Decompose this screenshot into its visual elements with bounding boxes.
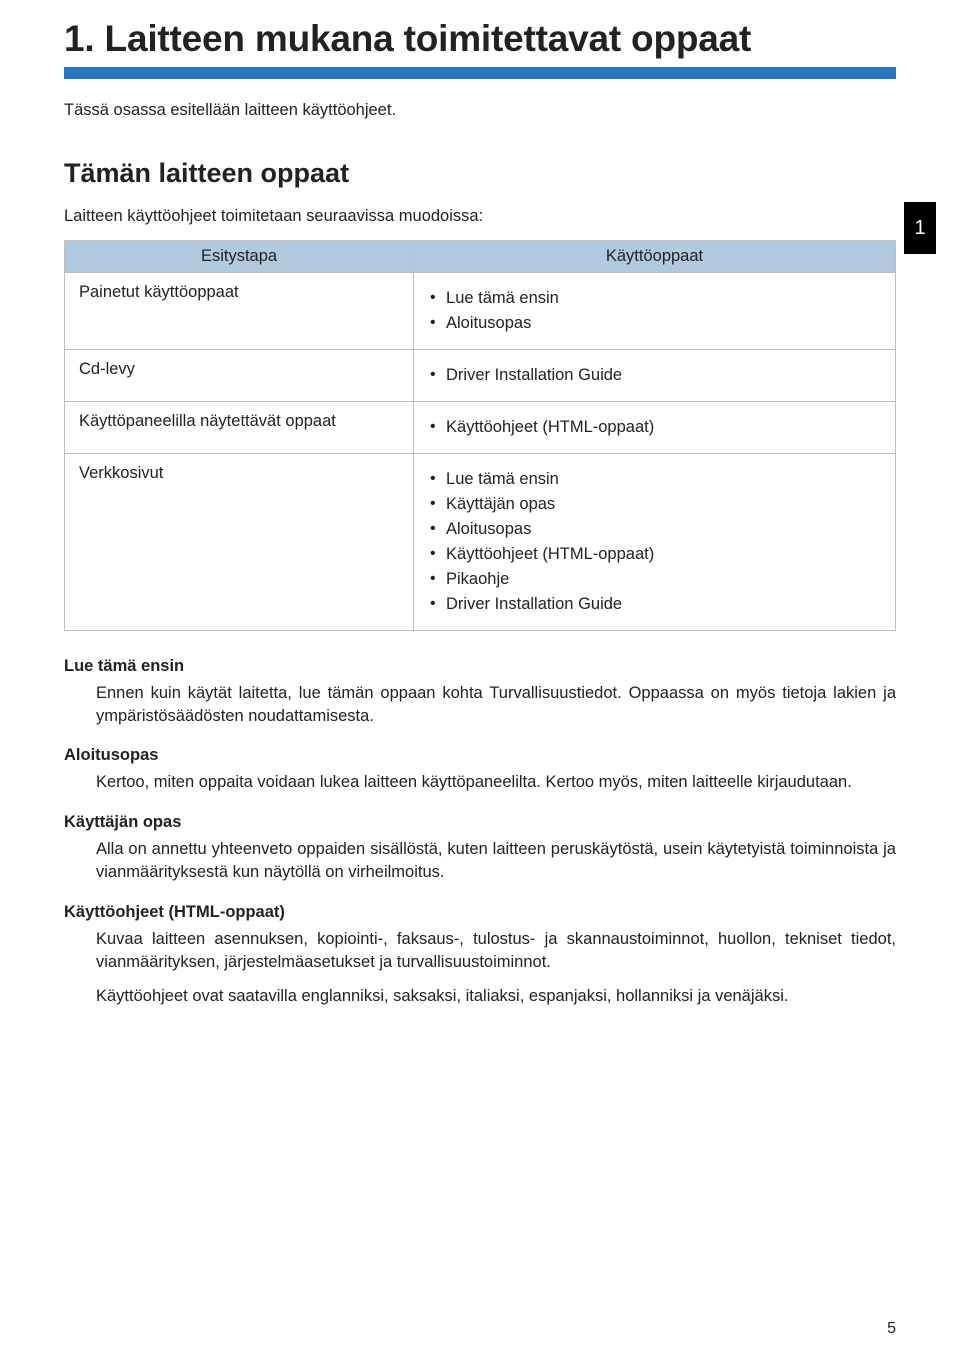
definition-term: Lue tämä ensin xyxy=(64,657,896,676)
page-number: 5 xyxy=(887,1320,896,1338)
table-row-items: Käyttöohjeet (HTML-oppaat) xyxy=(428,418,881,437)
table-row-label: Käyttöpaneelilla näytettävät oppaat xyxy=(65,401,414,453)
table-row-label: Verkkosivut xyxy=(65,453,414,630)
definition-body: Kuvaa laitteen asennuksen, kopiointi-, f… xyxy=(96,928,896,975)
table-header-col2: Käyttöoppaat xyxy=(414,240,896,272)
table-row: Verkkosivut Lue tämä ensin Käyttäjän opa… xyxy=(65,453,896,630)
list-item: Lue tämä ensin xyxy=(428,470,881,489)
list-item: Aloitusopas xyxy=(428,520,881,539)
title-underline xyxy=(64,67,896,79)
list-item: Driver Installation Guide xyxy=(428,595,881,614)
table-row-label: Painetut käyttöoppaat xyxy=(65,272,414,349)
definition-body: Kertoo, miten oppaita voidaan lukea lait… xyxy=(96,771,896,794)
table-row: Käyttöpaneelilla näytettävät oppaat Käyt… xyxy=(65,401,896,453)
list-item: Aloitusopas xyxy=(428,314,881,333)
chapter-tab-label: 1 xyxy=(914,217,925,240)
table-row-items: Driver Installation Guide xyxy=(428,366,881,385)
guide-table: Esitystapa Käyttöoppaat Painetut käyttöo… xyxy=(64,240,896,631)
list-item: Käyttäjän opas xyxy=(428,495,881,514)
table-row-items: Lue tämä ensin Käyttäjän opas Aloitusopa… xyxy=(428,470,881,614)
definition-term: Aloitusopas xyxy=(64,746,896,765)
chapter-intro: Tässä osassa esitellään laitteen käyttöo… xyxy=(64,101,896,120)
table-header-col1: Esitystapa xyxy=(65,240,414,272)
table-row: Painetut käyttöoppaat Lue tämä ensin Alo… xyxy=(65,272,896,349)
definition-term: Käyttöohjeet (HTML-oppaat) xyxy=(64,903,896,922)
list-item: Käyttöohjeet (HTML-oppaat) xyxy=(428,545,881,564)
table-row-label: Cd-levy xyxy=(65,349,414,401)
table-row: Cd-levy Driver Installation Guide xyxy=(65,349,896,401)
definition-body: Alla on annettu yhteenveto oppaiden sisä… xyxy=(96,838,896,885)
section-lead: Laitteen käyttöohjeet toimitetaan seuraa… xyxy=(64,207,896,226)
definitions-block: Lue tämä ensin Ennen kuin käytät laitett… xyxy=(64,657,896,1008)
chapter-title: 1. Laitteen mukana toimitettavat oppaat xyxy=(64,18,896,61)
list-item: Driver Installation Guide xyxy=(428,366,881,385)
list-item: Pikaohje xyxy=(428,570,881,589)
section-title: Tämän laitteen oppaat xyxy=(64,158,896,189)
table-row-items: Lue tämä ensin Aloitusopas xyxy=(428,289,881,333)
list-item: Käyttöohjeet (HTML-oppaat) xyxy=(428,418,881,437)
definition-term: Käyttäjän opas xyxy=(64,813,896,832)
list-item: Lue tämä ensin xyxy=(428,289,881,308)
chapter-tab: 1 xyxy=(904,202,936,254)
definition-body: Käyttöohjeet ovat saatavilla englanniksi… xyxy=(96,985,896,1008)
definition-body: Ennen kuin käytät laitetta, lue tämän op… xyxy=(96,682,896,729)
